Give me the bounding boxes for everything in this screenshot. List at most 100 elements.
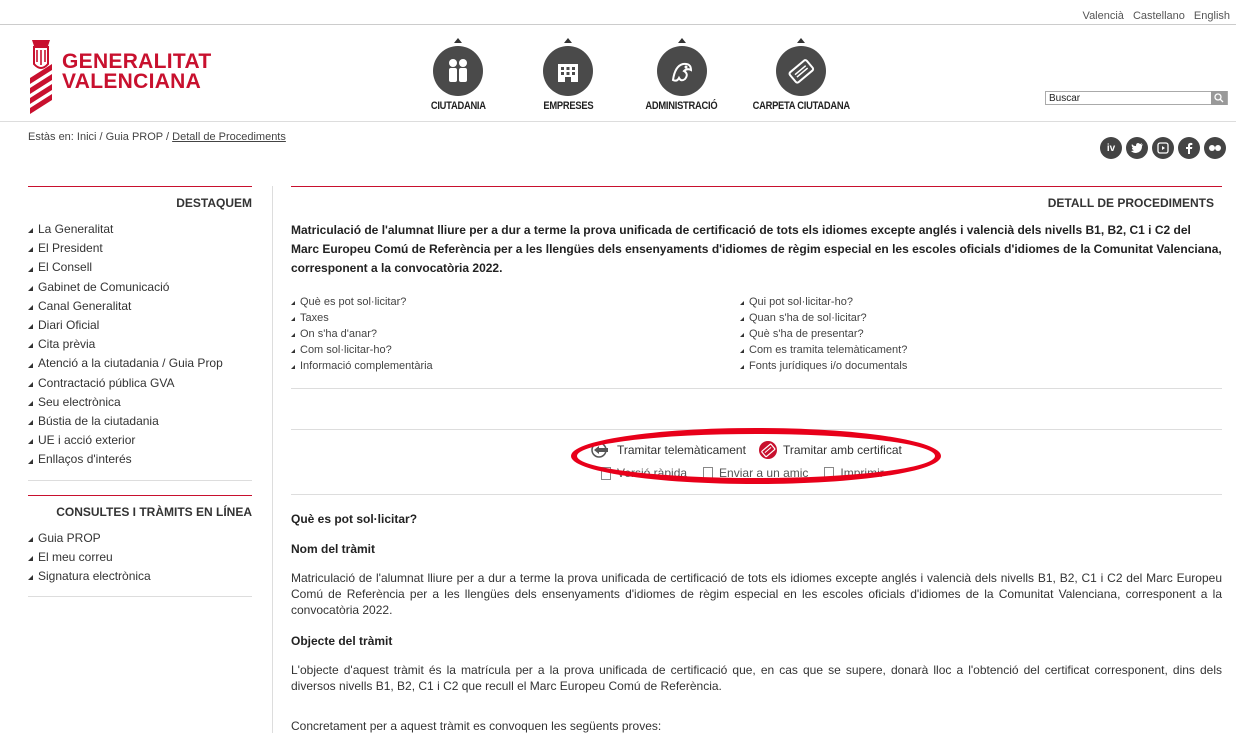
link-who[interactable]: Qui pot sol·licitar-ho? bbox=[740, 294, 1140, 310]
procedure-title: Matriculació de l'alumnat lliure per a d… bbox=[291, 223, 1222, 275]
triangle-bullet-icon bbox=[291, 301, 295, 305]
triangle-bullet-icon bbox=[28, 247, 33, 253]
object-text: L'objecte d'aquest tràmit és la matrícul… bbox=[291, 663, 1222, 693]
triangle-bullet-icon bbox=[28, 400, 33, 406]
triangle-bullet-icon bbox=[28, 458, 33, 464]
triangle-bullet-icon bbox=[28, 555, 33, 561]
triangle-bullet-icon bbox=[740, 301, 744, 305]
triangle-bullet-icon bbox=[740, 317, 744, 321]
breadcrumb-home[interactable]: Inici bbox=[77, 131, 97, 143]
link-where[interactable]: On s'ha d'anar? bbox=[291, 326, 740, 342]
link-online[interactable]: Com es tramita telemàticament? bbox=[740, 342, 1140, 358]
triangle-bullet-icon bbox=[291, 365, 295, 369]
folder-card-icon bbox=[776, 46, 827, 96]
link-info[interactable]: Informació complementària bbox=[291, 358, 740, 374]
name-heading: Nom del tràmit bbox=[291, 542, 376, 556]
sidebar-item-president[interactable]: El President bbox=[28, 239, 252, 258]
sidebar-item-channel[interactable]: Canal Generalitat bbox=[28, 297, 252, 316]
nav-label-companies: EMPRESES bbox=[543, 100, 593, 112]
online-list: Guia PROP El meu correu Signatura electr… bbox=[28, 529, 252, 587]
process-online-icon bbox=[591, 442, 608, 458]
twitter-icon[interactable] bbox=[1126, 137, 1148, 159]
section-heading: Què es pot sol·licitar? bbox=[291, 512, 418, 526]
sidebar-item-appointment[interactable]: Cita prèvia bbox=[28, 335, 252, 354]
nav-label-citizen-folder: CARPETA CIUTADANA bbox=[752, 100, 851, 112]
quick-version-button[interactable]: Versió ràpida bbox=[601, 466, 687, 480]
triangle-bullet-icon bbox=[28, 304, 33, 310]
process-online-button[interactable]: Tramitar telemàticament bbox=[590, 441, 746, 459]
triangle-bullet-icon bbox=[28, 362, 33, 368]
link-how[interactable]: Com sol·licitar-ho? bbox=[291, 342, 740, 358]
sidebar-item-mail[interactable]: El meu correu bbox=[28, 548, 252, 567]
nav-administration[interactable]: ADMINISTRACIÓ bbox=[639, 38, 724, 112]
logo-line-2: VALENCIANA bbox=[62, 70, 202, 93]
featured-list: La Generalitat El President El Consell G… bbox=[28, 220, 252, 470]
nav-companies[interactable]: EMPRESES bbox=[539, 38, 598, 112]
triangle-bullet-icon bbox=[28, 285, 33, 291]
extra-text: Concretament per a aquest tràmit es conv… bbox=[291, 719, 662, 733]
link-documents[interactable]: Què s'ha de presentar? bbox=[740, 326, 1140, 342]
nav-label-citizens: CIUTADANIA bbox=[430, 100, 486, 112]
building-icon bbox=[542, 46, 593, 96]
sidebar-item-official-journal[interactable]: Diari Oficial bbox=[28, 316, 252, 335]
search-input[interactable] bbox=[1046, 92, 1211, 104]
document-icon bbox=[601, 466, 611, 480]
nav-citizen-folder[interactable]: CARPETA CIUTADANA bbox=[744, 38, 858, 112]
section-links: Què es pot sol·licitar? Qui pot sol·lici… bbox=[291, 294, 1222, 374]
search-box bbox=[1045, 91, 1228, 105]
sidebar-item-council[interactable]: El Consell bbox=[28, 258, 252, 277]
object-heading: Objecte del tràmit bbox=[291, 634, 393, 648]
sidebar-item-e-office[interactable]: Seu electrònica bbox=[28, 393, 252, 412]
breadcrumb-guide[interactable]: Guia PROP bbox=[106, 131, 163, 143]
link-sources[interactable]: Fonts jurídiques i/o documentals bbox=[740, 358, 1140, 374]
sidebar-item-links[interactable]: Enllaços d'interés bbox=[28, 450, 252, 469]
youtube-icon[interactable] bbox=[1152, 137, 1174, 159]
link-fees[interactable]: Taxes bbox=[291, 310, 740, 326]
lang-spanish[interactable]: Castellano bbox=[1133, 10, 1185, 22]
triangle-bullet-icon bbox=[28, 381, 33, 387]
breadcrumb-current[interactable]: Detall de Procediments bbox=[172, 131, 286, 143]
sidebar-item-eu[interactable]: UE i acció exterior bbox=[28, 431, 252, 450]
certificate-icon bbox=[758, 441, 777, 459]
sidebar-item-citizen-attention[interactable]: Atenció a la ciutadania / Guia Prop bbox=[28, 354, 252, 373]
sidebar-item-press-office[interactable]: Gabinet de Comunicació bbox=[28, 278, 252, 297]
nav-label-administration: ADMINISTRACIÓ bbox=[645, 100, 718, 112]
online-title: CONSULTES I TRÀMITS EN LÍNEA bbox=[56, 504, 252, 519]
print-button[interactable]: Imprimir bbox=[824, 466, 884, 480]
social-links: iv bbox=[1100, 137, 1226, 159]
generalitat-logo[interactable]: GENERALITAT VALENCIANA bbox=[28, 38, 212, 116]
process-certificate-button[interactable]: Tramitar amb certificat bbox=[758, 440, 902, 460]
sidebar: DESTAQUEM La Generalitat El President El… bbox=[28, 186, 252, 611]
print-icon bbox=[824, 466, 835, 480]
triangle-bullet-icon bbox=[28, 439, 33, 445]
crest-icon bbox=[30, 40, 52, 114]
triangle-bullet-icon bbox=[28, 575, 33, 581]
lang-english[interactable]: English bbox=[1194, 10, 1230, 22]
logo-line-1: GENERALITAT bbox=[62, 50, 212, 73]
sidebar-item-guia-prop[interactable]: Guia PROP bbox=[28, 529, 252, 548]
sidebar-item-mailbox[interactable]: Bústia de la ciutadania bbox=[28, 412, 252, 431]
nav-citizens[interactable]: CIUTADANIA bbox=[426, 38, 491, 112]
name-text: Matriculació de l'alumnat lliure per a d… bbox=[291, 571, 1222, 617]
sidebar-item-generalitat[interactable]: La Generalitat bbox=[28, 220, 252, 239]
administration-icon bbox=[656, 46, 707, 96]
link-when[interactable]: Quan s'ha de sol·licitar? bbox=[740, 310, 1140, 326]
triangle-bullet-icon bbox=[291, 317, 295, 321]
sidebar-item-signature[interactable]: Signatura electrònica bbox=[28, 567, 252, 586]
link-what[interactable]: Què es pot sol·licitar? bbox=[291, 294, 740, 310]
search-icon bbox=[1214, 93, 1224, 103]
language-bar: Valencià Castellano English bbox=[1083, 10, 1230, 22]
main-nav: CIUTADANIA EMPRESES ADMINISTRACIÓ CARPET… bbox=[426, 38, 859, 112]
flickr-icon[interactable] bbox=[1204, 137, 1226, 159]
top-border bbox=[0, 24, 1236, 25]
lang-valencian[interactable]: Valencià bbox=[1083, 10, 1124, 22]
mail-icon bbox=[703, 466, 714, 480]
triangle-bullet-icon bbox=[28, 324, 33, 330]
facebook-icon[interactable] bbox=[1178, 137, 1200, 159]
sidebar-item-procurement[interactable]: Contractació pública GVA bbox=[28, 374, 252, 393]
breadcrumb-prefix: Estàs en: bbox=[28, 131, 74, 143]
breadcrumb: Estàs en: Inici / Guia PROP / Detall de … bbox=[28, 131, 286, 143]
ivoox-icon[interactable]: iv bbox=[1100, 137, 1122, 159]
search-button[interactable] bbox=[1211, 91, 1227, 105]
send-friend-button[interactable]: Enviar a un amic bbox=[703, 466, 808, 480]
